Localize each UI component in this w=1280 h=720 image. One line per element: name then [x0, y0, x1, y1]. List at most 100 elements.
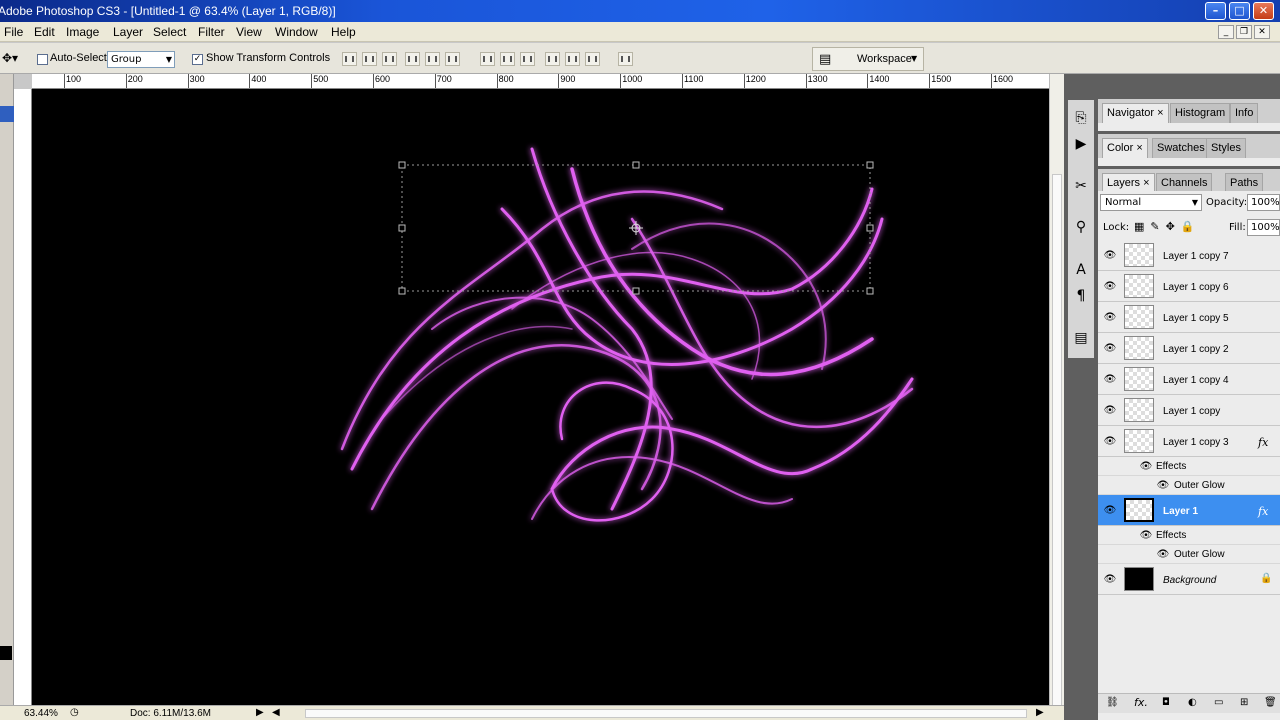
trash-icon[interactable]: 🗑 — [1264, 697, 1277, 708]
eye-icon[interactable]: 👁 — [1103, 281, 1117, 293]
menu-help[interactable]: Help — [331, 25, 356, 39]
layer-name: Layer 1 copy 7 — [1163, 251, 1229, 262]
window-title: Adobe Photoshop CS3 - [Untitled-1 @ 63.4… — [0, 4, 336, 18]
distribute-hcenter-icon[interactable] — [565, 52, 580, 66]
tab-histogram[interactable]: Histogram — [1170, 103, 1231, 123]
auto-select-dropdown[interactable]: Group ▼ — [107, 51, 175, 68]
new-group-icon[interactable]: ▭ — [1214, 697, 1223, 708]
eye-icon[interactable]: 👁 — [1103, 250, 1117, 262]
layer-effects-icon[interactable]: fx — [1258, 436, 1268, 449]
show-transform-label: Show Transform Controls — [206, 52, 331, 64]
eye-icon[interactable]: 👁 — [1103, 574, 1117, 586]
history-icon[interactable]: ⎘ — [1070, 108, 1092, 128]
ruler-tick — [682, 74, 683, 88]
tab-channels[interactable]: Channels — [1156, 173, 1213, 193]
ruler-tick — [373, 74, 374, 88]
auto-align-icon[interactable] — [618, 52, 633, 66]
eye-icon[interactable]: 👁 — [1103, 505, 1117, 517]
paragraph-icon[interactable]: ¶ — [1070, 286, 1092, 306]
workspace-button[interactable]: ▤ Workspace ▼ — [812, 47, 924, 71]
distribute-vcenter-icon[interactable] — [500, 52, 515, 66]
menu-select[interactable]: Select — [153, 25, 186, 39]
distribute-bottom-icon[interactable] — [520, 52, 535, 66]
layer-name: Background — [1163, 575, 1217, 586]
tab-paths[interactable]: Paths — [1225, 173, 1264, 193]
tool-presets-icon[interactable]: ✂ — [1070, 176, 1092, 196]
blend-mode-dropdown[interactable]: Normal ▼ — [1100, 194, 1202, 211]
align-right-icon[interactable] — [445, 52, 460, 66]
eye-icon[interactable]: 👁 — [1103, 374, 1117, 386]
auto-select-label: Auto-Select: — [50, 52, 110, 64]
eye-icon[interactable]: 👁 — [1103, 405, 1117, 417]
document-canvas[interactable] — [32, 89, 1049, 705]
vertical-scroll-thumb[interactable] — [1052, 174, 1062, 714]
scroll-right-icon[interactable]: ▶ — [1036, 707, 1044, 718]
opacity-input[interactable]: 100% — [1247, 194, 1280, 211]
add-mask-icon[interactable]: ◘ — [1162, 697, 1170, 708]
auto-select-checkbox[interactable] — [37, 54, 48, 65]
tab-styles[interactable]: Styles — [1206, 138, 1246, 158]
eye-icon[interactable]: 👁 — [1156, 480, 1170, 492]
ruler-label: 500 — [313, 74, 329, 84]
show-transform-checkbox[interactable]: ✓ — [192, 54, 203, 65]
align-hcenter-icon[interactable] — [425, 52, 440, 66]
menu-window[interactable]: Window — [275, 25, 318, 39]
eye-icon[interactable]: 👁 — [1139, 461, 1153, 473]
tab-layers[interactable]: Layers × — [1102, 173, 1155, 193]
tab-info[interactable]: Info — [1230, 103, 1259, 123]
distribute-top-icon[interactable] — [480, 52, 495, 66]
distribute-left-icon[interactable] — [545, 52, 560, 66]
doc-close-button[interactable]: ✕ — [1254, 25, 1270, 39]
align-vcenter-icon[interactable] — [362, 52, 377, 66]
tab-navigator[interactable]: Navigator × — [1102, 103, 1169, 123]
close-button[interactable]: ✕ — [1253, 2, 1274, 20]
fill-input[interactable]: 100% — [1247, 219, 1280, 236]
align-left-icon[interactable] — [405, 52, 420, 66]
minimize-button[interactable]: – — [1205, 2, 1226, 20]
lock-icons[interactable]: ▦✎✥🔒 — [1134, 220, 1201, 233]
doc-restore-button[interactable]: ❐ — [1236, 25, 1252, 39]
horizontal-scroll-thumb[interactable] — [305, 709, 1027, 718]
eye-icon[interactable]: 👁 — [1103, 343, 1117, 355]
tab-swatches[interactable]: Swatches — [1152, 138, 1210, 158]
menu-edit[interactable]: Edit — [34, 25, 55, 39]
move-tool-button[interactable] — [0, 106, 14, 122]
foreground-color-swatch[interactable] — [0, 646, 12, 660]
new-layer-icon[interactable]: ⊞ — [1240, 697, 1248, 708]
layer-effects-icon[interactable]: fx — [1258, 505, 1268, 518]
tab-color[interactable]: Color × — [1102, 138, 1148, 158]
eye-icon[interactable]: 👁 — [1103, 436, 1117, 448]
menu-layer[interactable]: Layer — [113, 25, 143, 39]
actions-icon[interactable]: ▶ — [1070, 134, 1092, 154]
brushes-icon[interactable]: ⚲ — [1070, 217, 1092, 237]
menu-file[interactable]: File — [4, 25, 23, 39]
eye-icon[interactable]: 👁 — [1103, 312, 1117, 324]
eye-icon[interactable]: 👁 — [1139, 530, 1153, 542]
menu-filter[interactable]: Filter — [198, 25, 225, 39]
status-menu-icon[interactable]: ◷ — [70, 707, 79, 718]
distribute-right-icon[interactable] — [585, 52, 600, 66]
effects-row[interactable] — [1098, 457, 1280, 476]
menu-view[interactable]: View — [236, 25, 262, 39]
adjustment-layer-icon[interactable]: ◐ — [1188, 697, 1197, 708]
character-icon[interactable]: A — [1070, 260, 1092, 280]
ruler-tick — [929, 74, 931, 88]
doc-minimize-button[interactable]: _ — [1218, 25, 1234, 39]
move-tool-icon[interactable]: ✥▾ — [2, 51, 18, 65]
light-streak-artwork — [340, 147, 914, 522]
layer-comps-icon[interactable]: ▤ — [1070, 328, 1092, 348]
align-top-icon[interactable] — [342, 52, 357, 66]
maximize-button[interactable]: □ — [1229, 2, 1250, 20]
add-style-icon[interactable]: fx. — [1134, 696, 1148, 709]
zoom-level[interactable]: 63.44% — [24, 708, 58, 719]
scroll-left-icon[interactable]: ◀ — [272, 707, 280, 718]
link-layers-icon[interactable]: ⛓ — [1106, 697, 1119, 708]
align-bottom-icon[interactable] — [382, 52, 397, 66]
outer-glow-label: Outer Glow — [1174, 549, 1225, 560]
vertical-scrollbar[interactable] — [1049, 74, 1064, 714]
status-arrow-icon[interactable]: ▶ — [256, 707, 264, 718]
effects-row[interactable] — [1098, 526, 1280, 545]
menu-image[interactable]: Image — [66, 25, 99, 39]
eye-icon[interactable]: 👁 — [1156, 549, 1170, 561]
ruler-tick — [620, 74, 622, 88]
